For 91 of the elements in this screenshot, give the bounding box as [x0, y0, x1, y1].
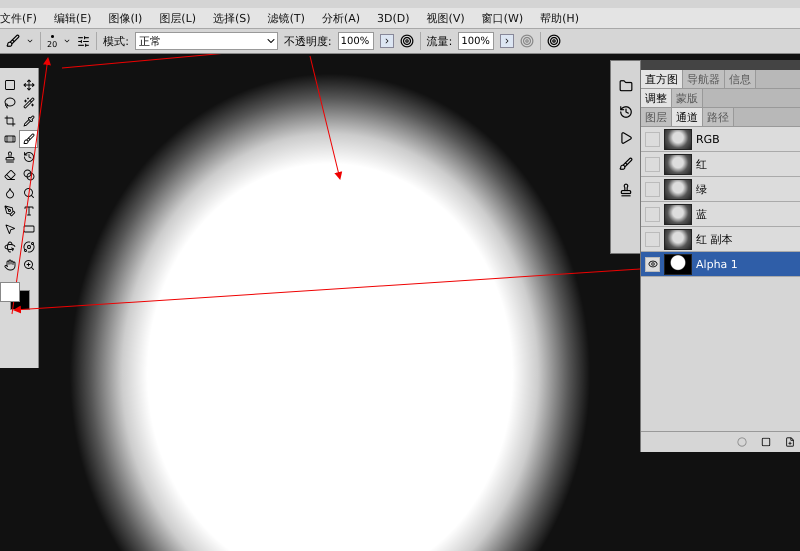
- panel-tab[interactable]: 通道: [672, 108, 703, 126]
- type-icon: [22, 205, 34, 217]
- flow-arrow-button[interactable]: [500, 34, 514, 48]
- caret-icon[interactable]: [63, 37, 72, 45]
- panel-tab[interactable]: 直方图: [641, 70, 683, 88]
- panel-tab[interactable]: 图层: [641, 108, 672, 126]
- menu-item[interactable]: 滤镜(T): [268, 10, 305, 26]
- brush-icon[interactable]: [619, 157, 633, 171]
- channel-name: 红: [696, 156, 707, 172]
- channel-row[interactable]: Alpha 1: [641, 252, 800, 277]
- brush-icon: [22, 133, 34, 145]
- opacity-arrow-button[interactable]: [380, 34, 394, 48]
- panel-tab[interactable]: 路径: [703, 108, 734, 126]
- channel-name: 蓝: [696, 206, 707, 222]
- tool-button[interactable]: [19, 130, 38, 148]
- history-icon: [22, 151, 34, 163]
- channel-row[interactable]: 绿: [641, 177, 800, 202]
- mode-label: 模式:: [103, 34, 129, 48]
- eye-icon: [648, 259, 658, 269]
- menu-item[interactable]: 窗口(W): [482, 10, 524, 26]
- wand-icon: [22, 97, 34, 109]
- visibility-toggle[interactable]: [645, 206, 660, 222]
- visibility-toggle[interactable]: [645, 132, 660, 146]
- visibility-toggle[interactable]: [645, 156, 660, 172]
- channel-name: Alpha 1: [696, 258, 738, 270]
- menu-item[interactable]: 选择(S): [213, 10, 251, 26]
- mask-icon[interactable]: [761, 437, 771, 447]
- menu-item[interactable]: 文件(F): [0, 10, 37, 26]
- visibility-toggle[interactable]: [645, 232, 660, 246]
- channel-row[interactable]: 红: [641, 152, 800, 177]
- panel-tab[interactable]: 调整: [641, 89, 672, 107]
- menu-item[interactable]: 帮助(H): [540, 10, 579, 26]
- hand-icon: [4, 259, 16, 271]
- menu-item[interactable]: 分析(A): [322, 10, 360, 26]
- panel-tab[interactable]: 导航器: [683, 70, 725, 88]
- orbit-icon: [22, 241, 34, 253]
- flow-label: 流量:: [426, 34, 452, 48]
- channel-thumbnail: [664, 228, 692, 250]
- stamp-icon[interactable]: [619, 183, 633, 197]
- menu-item[interactable]: 编辑(E): [54, 10, 92, 26]
- target-icon[interactable]: [400, 34, 414, 48]
- crop-icon: [4, 115, 16, 127]
- brush-tip-icon: [50, 35, 54, 38]
- stamp-icon: [4, 151, 16, 163]
- blend-icon: [22, 169, 34, 181]
- caret-icon[interactable]: [26, 37, 34, 45]
- brush-preset[interactable]: 20: [47, 33, 58, 49]
- channel-thumbnail: [664, 178, 692, 200]
- history-icon[interactable]: [619, 105, 633, 119]
- magnifier-icon: [22, 187, 34, 199]
- opacity-field[interactable]: 100%: [338, 32, 374, 50]
- visibility-toggle[interactable]: [645, 182, 660, 196]
- new-channel-icon[interactable]: [785, 437, 795, 447]
- mode-select[interactable]: 正常: [134, 32, 278, 50]
- flow-field[interactable]: 100%: [458, 32, 494, 50]
- channel-row[interactable]: 蓝: [641, 202, 800, 227]
- channel-name: 红 副本: [696, 232, 732, 246]
- panel-tab[interactable]: 蒙版: [672, 89, 703, 107]
- channel-thumbnail: [664, 128, 692, 150]
- bandage-icon: [4, 133, 16, 145]
- target-icon[interactable]: [547, 34, 562, 48]
- opacity-label: 不透明度:: [284, 34, 332, 48]
- channel-thumbnail: [664, 154, 692, 174]
- sliders-icon[interactable]: [77, 34, 90, 48]
- play-icon[interactable]: [619, 131, 633, 145]
- pen-icon: [4, 205, 16, 217]
- pipette-icon: [22, 115, 34, 127]
- menu-item[interactable]: 3D(D): [377, 12, 410, 24]
- visibility-toggle[interactable]: [645, 256, 660, 272]
- droplet-icon: [4, 187, 16, 199]
- folder-icon[interactable]: [619, 79, 633, 93]
- menu-item[interactable]: 图像(I): [108, 10, 142, 26]
- lasso-icon: [4, 97, 16, 109]
- foreground-swatch[interactable]: [0, 282, 20, 302]
- channel-thumbnail: [664, 254, 692, 274]
- pointer-icon: [4, 223, 16, 235]
- channel-row[interactable]: 红 副本: [641, 227, 800, 252]
- eraser-icon: [4, 169, 16, 181]
- channel-row[interactable]: RGB: [641, 127, 800, 152]
- channel-thumbnail: [664, 204, 692, 224]
- brush-icon[interactable]: [6, 34, 20, 48]
- channel-name: 绿: [696, 182, 707, 196]
- move-icon: [22, 79, 34, 91]
- channel-name: RGB: [696, 132, 720, 146]
- square-icon: [4, 79, 16, 91]
- rectangle-icon: [22, 223, 34, 235]
- menu-item[interactable]: 图层(L): [159, 10, 196, 26]
- menu-item[interactable]: 视图(V): [426, 10, 465, 26]
- panel-tab[interactable]: 信息: [725, 70, 756, 88]
- rotate-icon: [4, 241, 16, 253]
- zoom-icon: [22, 259, 34, 271]
